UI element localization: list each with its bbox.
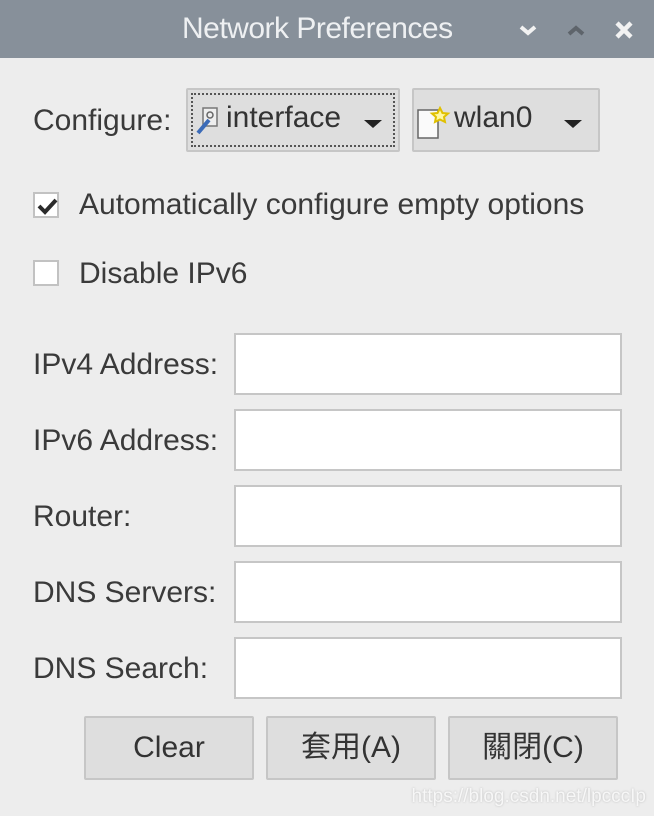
dns-search-label: DNS Search: [33, 652, 209, 685]
auto-configure-checkbox[interactable] [33, 192, 59, 218]
checkmark-icon [37, 198, 58, 215]
dns-servers-input[interactable] [234, 561, 622, 623]
disable-ipv6-label[interactable]: Disable IPv6 [79, 257, 247, 291]
disable-ipv6-checkbox[interactable] [33, 260, 59, 286]
maximize-icon[interactable] [564, 18, 588, 42]
device-select[interactable]: wlan0 [412, 88, 600, 152]
dropdown-arrow-icon [364, 120, 382, 128]
interface-icon [196, 107, 218, 135]
watermark: https://blog.csdn.net/lpcccIp [411, 786, 646, 807]
ipv4-address-input[interactable] [234, 333, 622, 395]
minimize-icon[interactable] [516, 18, 540, 42]
close-icon[interactable] [612, 18, 636, 42]
device-value: wlan0 [454, 101, 533, 134]
router-input[interactable] [234, 485, 622, 547]
close-button[interactable]: 關閉(C) [448, 716, 618, 780]
configure-type-value: interface [226, 101, 342, 134]
configure-label: Configure: [33, 104, 172, 137]
dns-servers-label: DNS Servers: [33, 576, 217, 609]
dialog-content: Configure: interface wlan0 Automatically… [0, 58, 654, 816]
configure-type-select[interactable]: interface [186, 88, 400, 152]
auto-configure-label[interactable]: Automatically configure empty options [79, 188, 584, 222]
dns-search-input[interactable] [234, 637, 622, 699]
apply-button[interactable]: 套用(A) [266, 716, 436, 780]
router-label: Router: [33, 500, 132, 533]
ipv6-address-input[interactable] [234, 409, 622, 471]
ipv6-address-label: IPv6 Address: [33, 424, 219, 457]
new-document-icon [417, 106, 451, 139]
dropdown-arrow-icon [564, 120, 582, 128]
ipv4-address-label: IPv4 Address: [33, 348, 219, 381]
clear-button[interactable]: Clear [84, 716, 254, 780]
title-bar[interactable]: Network Preferences [0, 0, 654, 58]
